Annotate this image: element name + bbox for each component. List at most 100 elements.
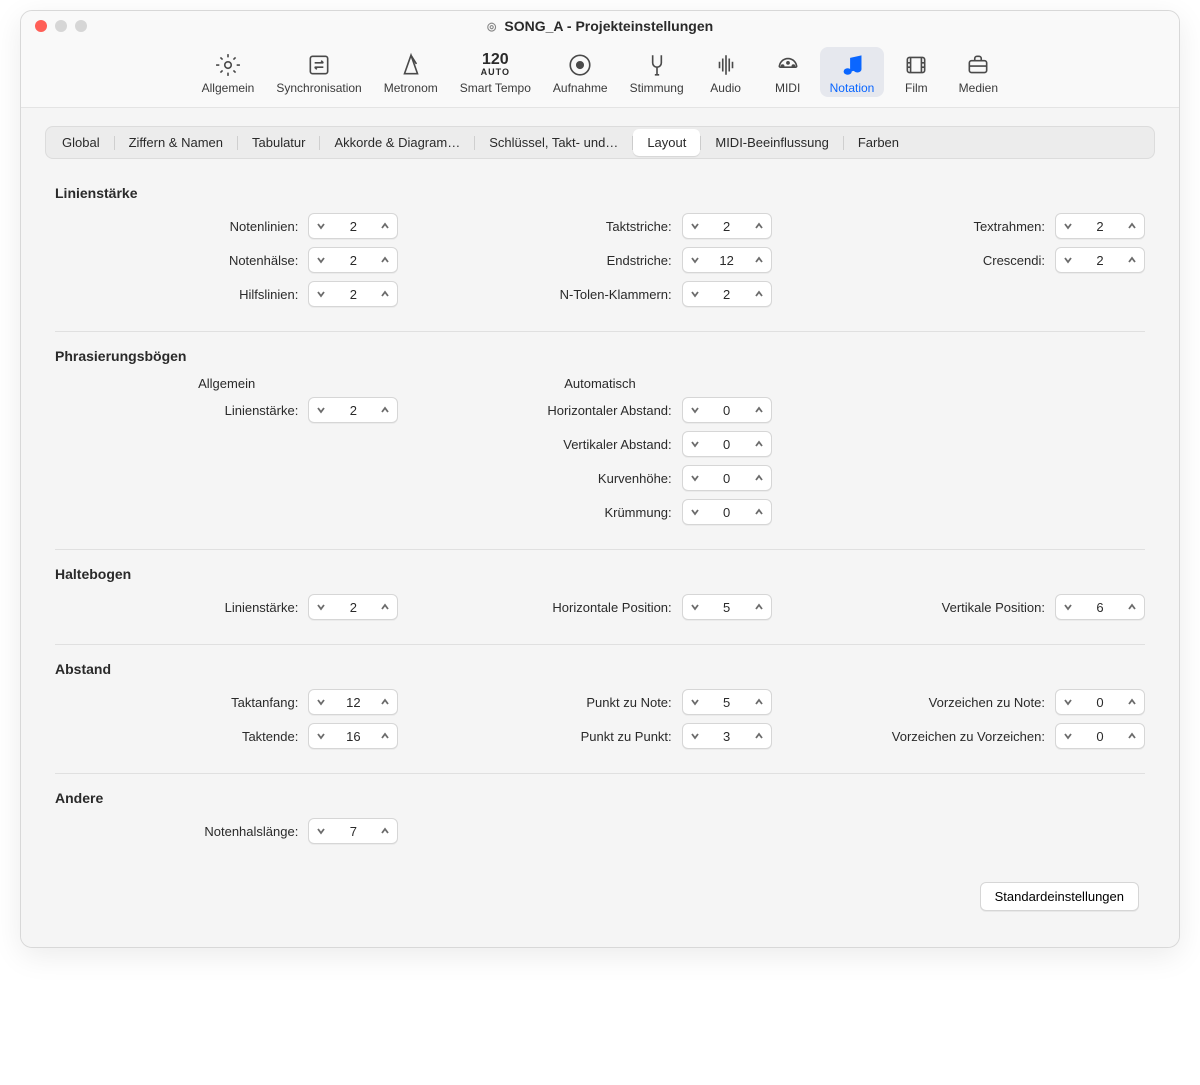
chevron-up-icon[interactable] (747, 466, 771, 490)
chevron-down-icon[interactable] (683, 724, 707, 748)
toolbar-item-aufnahme[interactable]: Aufnahme (543, 47, 618, 97)
field-label: Taktanfang: (231, 695, 298, 710)
toolbar-item-audio[interactable]: Audio (696, 47, 756, 97)
chevron-down-icon[interactable] (683, 466, 707, 490)
taktstriche-stepper[interactable]: 2 (682, 213, 772, 239)
toolbar-item-metronom[interactable]: Metronom (374, 47, 448, 97)
vertikale-position-stepper[interactable]: 6 (1055, 594, 1145, 620)
chevron-down-icon[interactable] (309, 724, 333, 748)
chevron-up-icon[interactable] (747, 500, 771, 524)
vertikaler-abstand-stepper[interactable]: 0 (682, 431, 772, 457)
tab-tabulatur[interactable]: Tabulatur (238, 129, 319, 156)
zoom-window-button[interactable] (75, 20, 87, 32)
chevron-down-icon[interactable] (683, 432, 707, 456)
taktanfang-stepper[interactable]: 12 (308, 689, 398, 715)
chevron-down-icon[interactable] (1056, 248, 1080, 272)
chevron-up-icon[interactable] (1120, 248, 1144, 272)
linienst-rke-stepper[interactable]: 2 (308, 594, 398, 620)
chevron-down-icon[interactable] (683, 690, 707, 714)
kr-mmung-stepper[interactable]: 0 (682, 499, 772, 525)
vorzeichen-zu-vorzeichen-stepper[interactable]: 0 (1055, 723, 1145, 749)
n-tolen-klammern-stepper[interactable]: 2 (682, 281, 772, 307)
chevron-down-icon[interactable] (309, 690, 333, 714)
tab-farben[interactable]: Farben (844, 129, 913, 156)
tab-ziffern-namen[interactable]: Ziffern & Namen (115, 129, 237, 156)
chevron-down-icon[interactable] (309, 214, 333, 238)
chevron-down-icon[interactable] (683, 500, 707, 524)
chevron-down-icon[interactable] (309, 248, 333, 272)
toolbar-label: Medien (959, 81, 998, 95)
toolbar-item-synchronisation[interactable]: Synchronisation (266, 47, 371, 97)
chevron-down-icon[interactable] (1056, 595, 1080, 619)
hilfslinien-stepper[interactable]: 2 (308, 281, 398, 307)
endstriche-stepper[interactable]: 12 (682, 247, 772, 273)
toolbar-item-stimmung[interactable]: Stimmung (620, 47, 694, 97)
taktende-stepper[interactable]: 16 (308, 723, 398, 749)
chevron-up-icon[interactable] (373, 214, 397, 238)
horizontale-position-stepper[interactable]: 5 (682, 594, 772, 620)
chevron-up-icon[interactable] (747, 595, 771, 619)
chevron-down-icon[interactable] (683, 282, 707, 306)
chevron-up-icon[interactable] (747, 690, 771, 714)
film-icon (903, 51, 929, 79)
notenh-lse-stepper[interactable]: 2 (308, 247, 398, 273)
punkt-zu-punkt-stepper[interactable]: 3 (682, 723, 772, 749)
chevron-up-icon[interactable] (373, 282, 397, 306)
crescendi-stepper[interactable]: 2 (1055, 247, 1145, 273)
section-heading-phrasierungsboegen: Phrasierungsbögen (55, 348, 1145, 364)
chevron-down-icon[interactable] (309, 282, 333, 306)
toolbar-item-film[interactable]: Film (886, 47, 946, 97)
linienst-rke-stepper[interactable]: 2 (308, 397, 398, 423)
chevron-down-icon[interactable] (309, 819, 333, 843)
chevron-up-icon[interactable] (747, 724, 771, 748)
toolbar-item-midi[interactable]: MIDI (758, 47, 818, 97)
chevron-down-icon[interactable] (683, 595, 707, 619)
vorzeichen-zu-note-stepper[interactable]: 0 (1055, 689, 1145, 715)
chevron-up-icon[interactable] (1120, 595, 1144, 619)
chevron-down-icon[interactable] (309, 398, 333, 422)
stepper-value: 7 (333, 824, 373, 839)
chevron-up-icon[interactable] (1120, 690, 1144, 714)
tab-akkorde-diagramme[interactable]: Akkorde & Diagram… (320, 129, 474, 156)
chevron-down-icon[interactable] (309, 595, 333, 619)
toolbar-item-allgemein[interactable]: Allgemein (192, 47, 265, 97)
chevron-down-icon[interactable] (683, 398, 707, 422)
tab-midi-beeinflussung[interactable]: MIDI-Beeinflussung (701, 129, 842, 156)
notenhalsl-nge-stepper[interactable]: 7 (308, 818, 398, 844)
notenlinien-stepper[interactable]: 2 (308, 213, 398, 239)
punkt-zu-note-stepper[interactable]: 5 (682, 689, 772, 715)
close-window-button[interactable] (35, 20, 47, 32)
chevron-down-icon[interactable] (683, 214, 707, 238)
toolbar-item-notation[interactable]: Notation (820, 47, 885, 97)
chevron-up-icon[interactable] (373, 248, 397, 272)
chevron-up-icon[interactable] (1120, 724, 1144, 748)
chevron-up-icon[interactable] (747, 432, 771, 456)
horizontaler-abstand-stepper[interactable]: 0 (682, 397, 772, 423)
stepper-value: 0 (707, 471, 747, 486)
chevron-down-icon[interactable] (1056, 214, 1080, 238)
chevron-down-icon[interactable] (1056, 690, 1080, 714)
chevron-up-icon[interactable] (1120, 214, 1144, 238)
chevron-up-icon[interactable] (373, 398, 397, 422)
chevron-down-icon[interactable] (683, 248, 707, 272)
tab-layout[interactable]: Layout (633, 129, 700, 156)
chevron-up-icon[interactable] (373, 690, 397, 714)
chevron-up-icon[interactable] (747, 214, 771, 238)
minimize-window-button[interactable] (55, 20, 67, 32)
chevron-up-icon[interactable] (373, 595, 397, 619)
kurvenh-he-stepper[interactable]: 0 (682, 465, 772, 491)
smart-tempo-icon: 120 AUTO (481, 51, 510, 79)
section-heading-haltebogen: Haltebogen (55, 566, 1145, 582)
chevron-up-icon[interactable] (373, 819, 397, 843)
textrahmen-stepper[interactable]: 2 (1055, 213, 1145, 239)
chevron-up-icon[interactable] (747, 398, 771, 422)
toolbar-item-smart-tempo[interactable]: 120 AUTO Smart Tempo (450, 47, 541, 97)
chevron-down-icon[interactable] (1056, 724, 1080, 748)
tab-schluessel-takt[interactable]: Schlüssel, Takt- und… (475, 129, 632, 156)
tab-global[interactable]: Global (48, 129, 114, 156)
chevron-up-icon[interactable] (373, 724, 397, 748)
toolbar-item-medien[interactable]: Medien (948, 47, 1008, 97)
chevron-up-icon[interactable] (747, 282, 771, 306)
chevron-up-icon[interactable] (747, 248, 771, 272)
defaults-button[interactable]: Standardeinstellungen (980, 882, 1139, 911)
